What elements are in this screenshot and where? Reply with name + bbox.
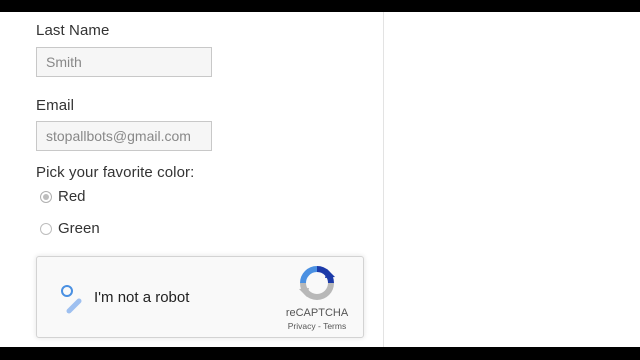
email-input[interactable] [36,121,212,151]
color-question-label: Pick your favorite color: [36,164,195,181]
page-viewport: Last Name Email Pick your favorite color… [0,12,640,347]
recaptcha-legal-links: Privacy - Terms [285,321,349,331]
recaptcha-widget: I'm not a robot reCAPTCHA Privacy - Term… [36,256,364,338]
privacy-link[interactable]: Privacy [288,321,316,331]
radio-green[interactable] [40,222,52,235]
radio-label-red: Red [58,188,86,205]
recaptcha-brand-text: reCAPTCHA [285,307,349,319]
legal-separator: - [318,321,321,331]
last-name-label: Last Name [36,22,110,39]
last-name-input[interactable] [36,47,212,77]
captcha-label: I'm not a robot [94,289,190,306]
radio-option-green[interactable]: Green [40,220,100,237]
radio-label-green: Green [58,220,100,237]
recaptcha-logo-icon [299,266,335,300]
loading-spinner-icon[interactable] [57,281,87,315]
email-label: Email [36,97,75,114]
recaptcha-branding: reCAPTCHA Privacy - Terms [285,265,349,331]
radio-option-red[interactable]: Red [40,188,86,205]
radio-red[interactable] [40,190,52,203]
terms-link[interactable]: Terms [323,321,346,331]
